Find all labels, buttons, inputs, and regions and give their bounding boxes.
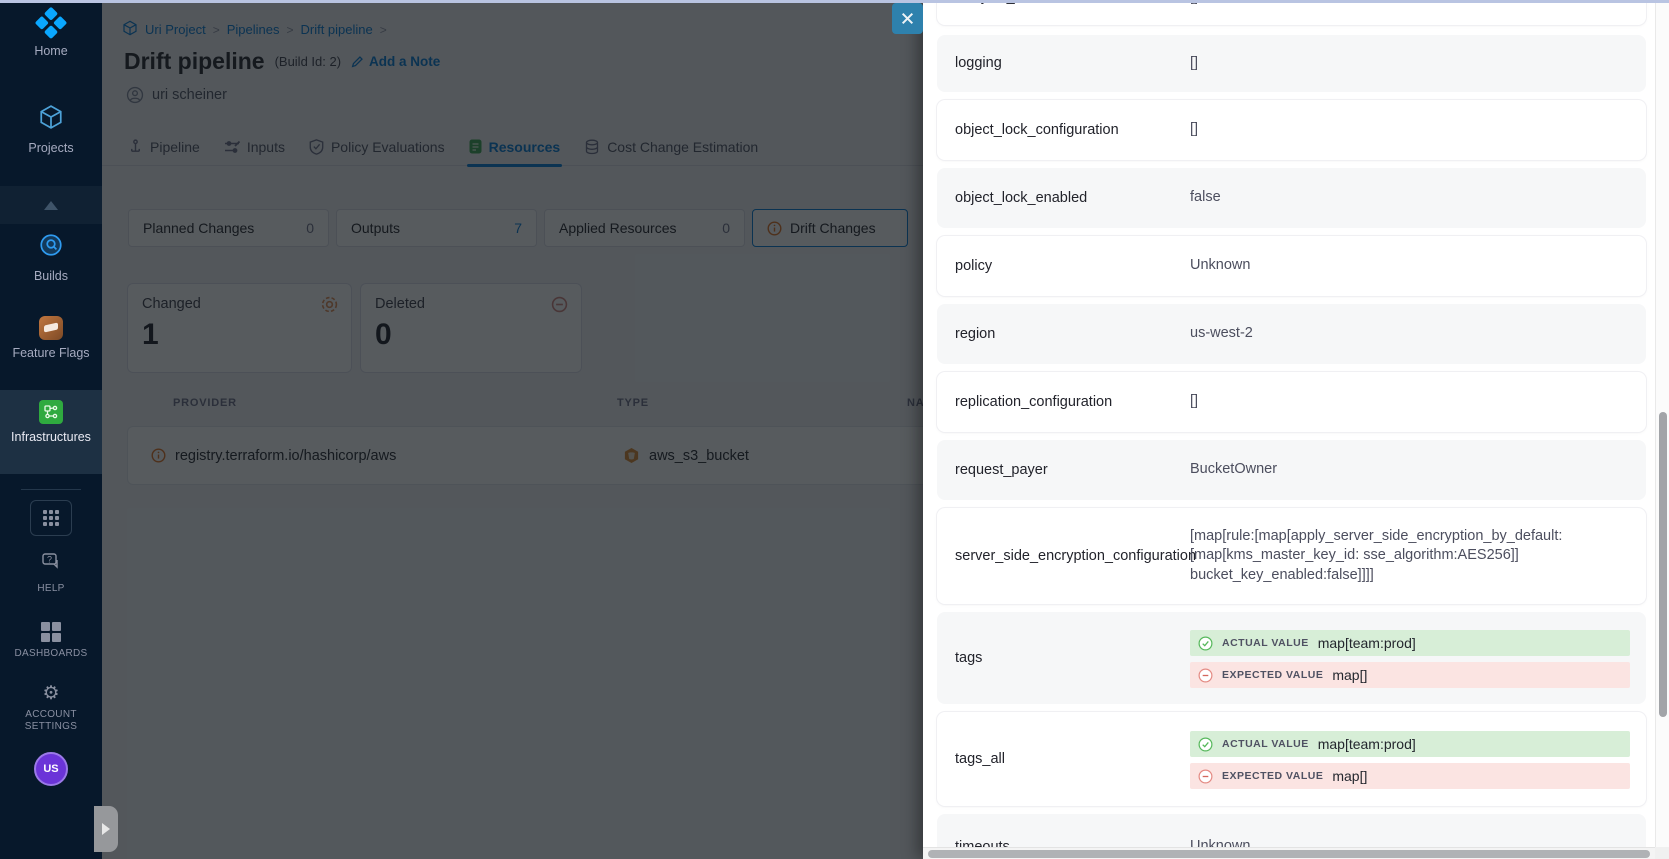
minus-circle-icon xyxy=(1198,769,1213,784)
grid-icon xyxy=(43,510,59,526)
drawer-close-button[interactable] xyxy=(892,3,923,34)
sidebar-item-label: Home xyxy=(34,44,67,58)
attribute-value: BucketOwner xyxy=(1190,460,1277,480)
attribute-value: [map[rule:[map[apply_server_side_encrypt… xyxy=(1190,527,1598,586)
actual-value-label: ACTUAL VALUE xyxy=(1222,738,1309,750)
horizontal-scrollbar-thumb[interactable] xyxy=(928,850,1650,858)
actual-value-badge: ACTUAL VALUE map[team:prod] xyxy=(1190,731,1630,757)
infrastructure-icon xyxy=(39,400,63,424)
expected-value: map[] xyxy=(1332,768,1367,784)
sidebar-item-label: Builds xyxy=(34,269,68,283)
horizontal-scrollbar[interactable] xyxy=(923,847,1655,859)
app-root: Home Projects Builds Feature Flags xyxy=(0,0,1669,859)
attribute-key: tags xyxy=(955,649,982,667)
sidebar-item-account-settings[interactable]: ⚙ ACCOUNT SETTINGS xyxy=(0,684,102,732)
sidebar-scroll-up[interactable] xyxy=(0,186,102,224)
sidebar-divider xyxy=(21,489,81,490)
attribute-value: us-west-2 xyxy=(1190,324,1253,344)
minus-circle-icon xyxy=(1198,668,1213,683)
attribute-value: [] xyxy=(1190,54,1198,74)
module-grid-button[interactable] xyxy=(30,500,72,536)
attribute-key: object_lock_enabled xyxy=(955,189,1087,207)
builds-icon xyxy=(38,232,64,263)
sidebar-item-help[interactable]: ? HELP xyxy=(0,552,102,595)
attribute-row: request_payer BucketOwner xyxy=(937,440,1646,500)
actual-value: map[team:prod] xyxy=(1318,635,1416,651)
attribute-row-drift: tags_all ACTUAL VALUE map[team:prod] EXP… xyxy=(937,712,1646,806)
attribute-key: region xyxy=(955,325,995,343)
user-avatar[interactable]: US xyxy=(34,752,68,786)
sidebar-item-builds[interactable]: Builds xyxy=(0,232,102,283)
attribute-key: policy xyxy=(955,257,992,275)
sidebar-item-label: HELP xyxy=(37,583,64,595)
attribute-row-drift: tags ACTUAL VALUE map[team:prod] EXPECTE… xyxy=(937,612,1646,704)
attribute-value: Unknown xyxy=(1190,256,1250,276)
attribute-key: logging xyxy=(955,54,1002,72)
check-circle-icon xyxy=(1198,737,1213,752)
cube-icon xyxy=(38,104,64,135)
attribute-key: request_payer xyxy=(955,461,1048,479)
sidebar-item-label: Feature Flags xyxy=(12,346,89,360)
harness-logo-icon xyxy=(38,12,64,38)
vertical-scrollbar[interactable] xyxy=(1655,3,1669,859)
sidebar-expand-handle[interactable] xyxy=(94,806,118,852)
drawer-overlay[interactable] xyxy=(102,0,923,859)
expected-value-label: EXPECTED VALUE xyxy=(1222,770,1323,782)
drift-details-drawer: lifecycle_rule [] logging [] object_lock… xyxy=(923,0,1669,859)
svg-text:?: ? xyxy=(47,555,52,565)
sidebar-item-home[interactable]: Home xyxy=(0,12,102,58)
attribute-value: [] xyxy=(1190,392,1198,412)
actual-value: map[team:prod] xyxy=(1318,736,1416,752)
attribute-key: tags_all xyxy=(955,750,1005,768)
attribute-key: server_side_encryption_configuration xyxy=(955,547,1185,565)
attribute-row: object_lock_configuration [] xyxy=(937,100,1646,160)
attribute-value: false xyxy=(1190,188,1221,208)
dashboards-icon xyxy=(41,622,61,642)
check-circle-icon xyxy=(1198,636,1213,651)
sidebar-item-projects[interactable]: Projects xyxy=(0,104,102,155)
sidebar-item-dashboards[interactable]: DASHBOARDS xyxy=(0,622,102,660)
sidebar-item-infrastructures[interactable]: Infrastructures xyxy=(0,390,102,474)
flag-icon xyxy=(39,316,63,340)
sidebar-item-label: Projects xyxy=(28,141,73,155)
sidebar-item-label: DASHBOARDS xyxy=(14,648,87,660)
attribute-row: logging [] xyxy=(937,35,1646,92)
attribute-key: object_lock_configuration xyxy=(955,121,1119,139)
sidebar-item-label: Infrastructures xyxy=(11,430,91,444)
chevron-up-icon xyxy=(44,201,58,210)
gear-icon: ⚙ xyxy=(42,684,59,703)
sidebar-item-feature-flags[interactable]: Feature Flags xyxy=(0,316,102,360)
expected-value: map[] xyxy=(1332,667,1367,683)
attribute-row: policy Unknown xyxy=(937,236,1646,296)
expected-value-badge: EXPECTED VALUE map[] xyxy=(1190,763,1630,789)
chat-icon: ? xyxy=(40,552,62,577)
actual-value-badge: ACTUAL VALUE map[team:prod] xyxy=(1190,630,1630,656)
scrollbar-corner xyxy=(1655,847,1669,859)
attribute-row-partial: lifecycle_rule [] xyxy=(937,0,1646,25)
attribute-row: replication_configuration [] xyxy=(937,372,1646,432)
chevron-right-icon xyxy=(102,823,110,835)
vertical-scrollbar-thumb[interactable] xyxy=(1659,412,1667,717)
close-icon xyxy=(900,11,915,26)
attribute-row: server_side_encryption_configuration [ma… xyxy=(937,508,1646,604)
sidebar: Home Projects Builds Feature Flags xyxy=(0,0,102,859)
attribute-row: region us-west-2 xyxy=(937,304,1646,364)
expected-value-badge: EXPECTED VALUE map[] xyxy=(1190,662,1630,688)
attribute-row: object_lock_enabled false xyxy=(937,168,1646,228)
attribute-key: replication_configuration xyxy=(955,393,1112,411)
sidebar-item-label: ACCOUNT SETTINGS xyxy=(16,709,86,732)
expected-value-label: EXPECTED VALUE xyxy=(1222,669,1323,681)
actual-value-label: ACTUAL VALUE xyxy=(1222,637,1309,649)
top-strip xyxy=(0,0,1669,3)
attribute-value: [] xyxy=(1190,120,1198,140)
